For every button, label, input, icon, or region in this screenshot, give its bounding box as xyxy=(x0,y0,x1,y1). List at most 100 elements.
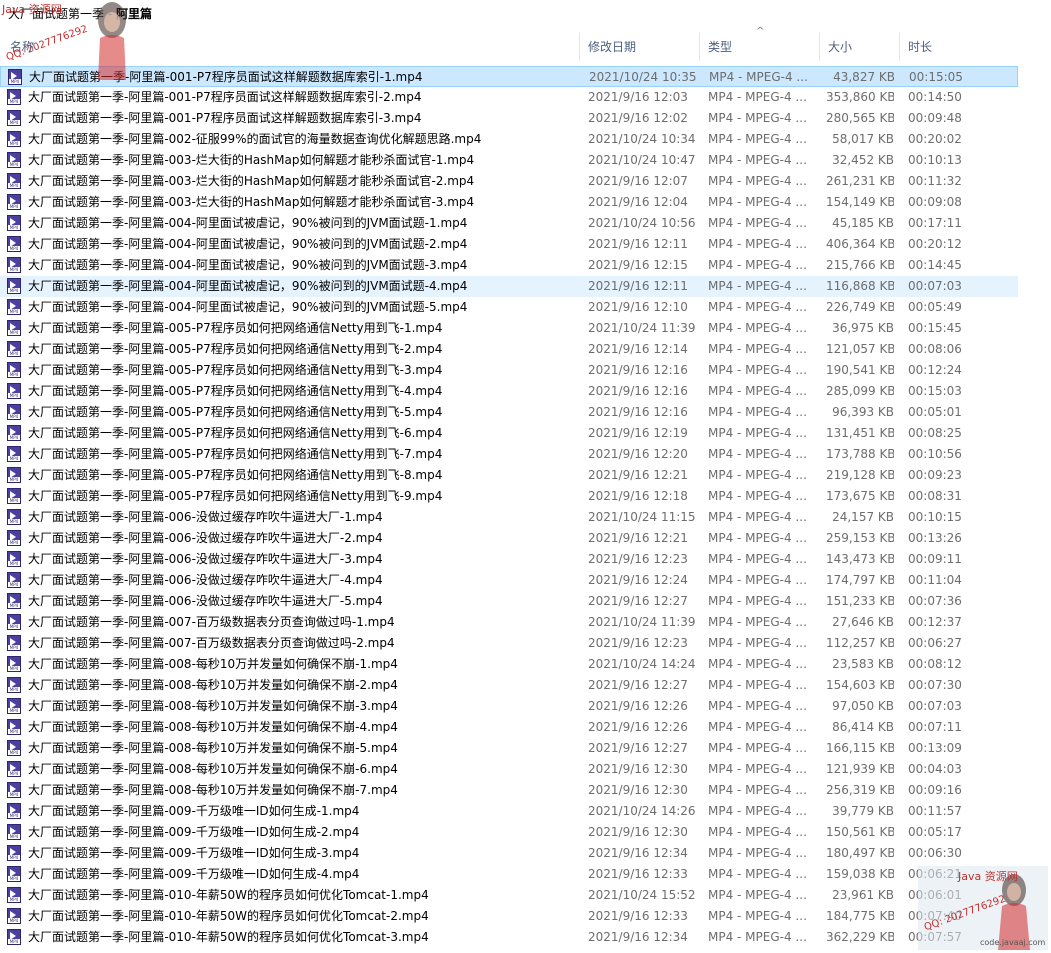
file-row[interactable]: 大厂面试题第一季-阿里篇-005-P7程序员如何把网络通信Netty用到飞-5.… xyxy=(0,402,1018,423)
file-row[interactable]: 大厂面试题第一季-阿里篇-004-阿里面试被虐记，90%被问到的JVM面试题-4… xyxy=(0,276,1018,297)
file-row[interactable]: 大厂面试题第一季-阿里篇-004-阿里面试被虐记，90%被问到的JVM面试题-2… xyxy=(0,234,1018,255)
watermark-top-left: Java 资源网 QQ: 2027776292 xyxy=(0,0,130,85)
file-size: 226,749 KB xyxy=(826,300,894,314)
file-duration: 00:08:25 xyxy=(908,426,962,440)
file-row[interactable]: 大厂面试题第一季-阿里篇-005-P7程序员如何把网络通信Netty用到飞-2.… xyxy=(0,339,1018,360)
file-row[interactable]: 大厂面试题第一季-阿里篇-009-千万级唯一ID如何生成-2.mp4 2021/9… xyxy=(0,822,1018,843)
file-row[interactable]: 大厂面试题第一季-阿里篇-008-每秒10万并发量如何确保不崩-6.mp4 202… xyxy=(0,759,1018,780)
mp4-file-icon xyxy=(7,236,21,252)
file-row[interactable]: 大厂面试题第一季-阿里篇-005-P7程序员如何把网络通信Netty用到飞-6.… xyxy=(0,423,1018,444)
file-type: MP4 - MPEG-4 ... xyxy=(708,867,807,881)
file-row[interactable]: 大厂面试题第一季-阿里篇-010-年薪50W的程序员如何优化Tomcat-2.m… xyxy=(0,906,1018,927)
file-size: 285,099 KB xyxy=(826,384,894,398)
mp4-file-icon xyxy=(7,173,21,189)
file-duration: 00:13:26 xyxy=(908,531,962,545)
mp4-file-icon xyxy=(7,530,21,546)
file-name: 大厂面试题第一季-阿里篇-008-每秒10万并发量如何确保不崩-2.mp4 xyxy=(28,678,398,692)
file-row[interactable]: 大厂面试题第一季-阿里篇-002-征服99%的面试官的海量数据查询优化解题思路.… xyxy=(0,129,1018,150)
file-row[interactable]: 大厂面试题第一季-阿里篇-003-烂大街的HashMap如何解题才能秒杀面试官-… xyxy=(0,150,1018,171)
file-type: MP4 - MPEG-4 ... xyxy=(708,321,807,335)
mp4-file-icon xyxy=(7,656,21,672)
file-row[interactable]: 大厂面试题第一季-阿里篇-008-每秒10万并发量如何确保不崩-5.mp4 202… xyxy=(0,738,1018,759)
file-row[interactable]: 大厂面试题第一季-阿里篇-008-每秒10万并发量如何确保不崩-4.mp4 202… xyxy=(0,717,1018,738)
file-row[interactable]: 大厂面试题第一季-阿里篇-005-P7程序员如何把网络通信Netty用到飞-7.… xyxy=(0,444,1018,465)
file-modified-date: 2021/9/16 12:11 xyxy=(588,237,688,251)
file-row[interactable]: 大厂面试题第一季-阿里篇-009-千万级唯一ID如何生成-1.mp4 2021/1… xyxy=(0,801,1018,822)
file-duration: 00:17:11 xyxy=(908,216,962,230)
file-type: MP4 - MPEG-4 ... xyxy=(708,426,807,440)
file-row[interactable]: 大厂面试题第一季-阿里篇-006-没做过缓存咋吹牛逼进大厂-5.mp4 2021/… xyxy=(0,591,1018,612)
file-row[interactable]: 大厂面试题第一季-阿里篇-005-P7程序员如何把网络通信Netty用到飞-8.… xyxy=(0,465,1018,486)
file-size: 45,185 KB xyxy=(832,216,894,230)
file-row[interactable]: 大厂面试题第一季-阿里篇-010-年薪50W的程序员如何优化Tomcat-1.m… xyxy=(0,885,1018,906)
file-row[interactable]: 大厂面试题第一季-阿里篇-005-P7程序员如何把网络通信Netty用到飞-3.… xyxy=(0,360,1018,381)
file-row[interactable]: 大厂面试题第一季-阿里篇-004-阿里面试被虐记，90%被问到的JVM面试题-1… xyxy=(0,213,1018,234)
file-row[interactable]: 大厂面试题第一季-阿里篇-009-千万级唯一ID如何生成-4.mp4 2021/9… xyxy=(0,864,1018,885)
file-icon-cell xyxy=(7,87,23,108)
file-row[interactable]: 大厂面试题第一季-阿里篇-004-阿里面试被虐记，90%被问到的JVM面试题-3… xyxy=(0,255,1018,276)
file-row[interactable]: 大厂面试题第一季-阿里篇-008-每秒10万并发量如何确保不崩-3.mp4 202… xyxy=(0,696,1018,717)
file-size: 159,038 KB xyxy=(826,867,894,881)
mp4-file-icon xyxy=(7,845,21,861)
file-row[interactable]: 大厂面试题第一季-阿里篇-008-每秒10万并发量如何确保不崩-1.mp4 202… xyxy=(0,654,1018,675)
file-icon-cell xyxy=(7,801,23,822)
file-row[interactable]: 大厂面试题第一季-阿里篇-005-P7程序员如何把网络通信Netty用到飞-4.… xyxy=(0,381,1018,402)
column-header-date[interactable]: 修改日期 xyxy=(582,33,700,61)
file-row[interactable]: 大厂面试题第一季-阿里篇-008-每秒10万并发量如何确保不崩-2.mp4 202… xyxy=(0,675,1018,696)
file-icon-cell xyxy=(7,570,23,591)
file-row[interactable]: 大厂面试题第一季-阿里篇-006-没做过缓存咋吹牛逼进大厂-4.mp4 2021/… xyxy=(0,570,1018,591)
file-type: MP4 - MPEG-4 ... xyxy=(708,909,807,923)
file-duration: 00:09:11 xyxy=(908,552,962,566)
file-size: 190,541 KB xyxy=(826,363,894,377)
watermark-bottom-right: Java 资源网 QQ: 2027776292 code.javaaj.com xyxy=(918,866,1048,950)
file-row[interactable]: 大厂面试题第一季-阿里篇-008-每秒10万并发量如何确保不崩-7.mp4 202… xyxy=(0,780,1018,801)
file-size: 261,231 KB xyxy=(826,174,894,188)
file-modified-date: 2021/10/24 14:26 xyxy=(588,804,696,818)
file-row[interactable]: 大厂面试题第一季-阿里篇-003-烂大街的HashMap如何解题才能秒杀面试官-… xyxy=(0,171,1018,192)
mp4-file-icon xyxy=(7,278,21,294)
column-header-duration[interactable]: 时长 xyxy=(902,33,1018,61)
file-icon-cell xyxy=(7,507,23,528)
file-icon-cell xyxy=(7,234,23,255)
file-row[interactable]: 大厂面试题第一季-阿里篇-001-P7程序员面试这样解题数据库索引-2.mp4 2… xyxy=(0,87,1018,108)
file-row[interactable]: 大厂面试题第一季-阿里篇-003-烂大街的HashMap如何解题才能秒杀面试官-… xyxy=(0,192,1018,213)
file-row[interactable]: 大厂面试题第一季-阿里篇-004-阿里面试被虐记，90%被问到的JVM面试题-5… xyxy=(0,297,1018,318)
file-row[interactable]: 大厂面试题第一季-阿里篇-007-百万级数据表分页查询做过吗-1.mp4 2021… xyxy=(0,612,1018,633)
mp4-file-icon xyxy=(7,425,21,441)
file-name: 大厂面试题第一季-阿里篇-001-P7程序员面试这样解题数据库索引-2.mp4 xyxy=(28,90,422,104)
mp4-file-icon xyxy=(7,110,21,126)
file-row[interactable]: 大厂面试题第一季-阿里篇-001-P7程序员面试这样解题数据库索引-3.mp4 2… xyxy=(0,108,1018,129)
file-row[interactable]: 大厂面试题第一季-阿里篇-001-P7程序员面试这样解题数据库索引-1.mp42… xyxy=(0,66,1018,87)
file-row[interactable]: 大厂面试题第一季-阿里篇-010-年薪50W的程序员如何优化Tomcat-3.m… xyxy=(0,927,1018,948)
file-duration: 00:20:12 xyxy=(908,237,962,251)
file-row[interactable]: 大厂面试题第一季-阿里篇-006-没做过缓存咋吹牛逼进大厂-2.mp4 2021/… xyxy=(0,528,1018,549)
file-type: MP4 - MPEG-4 ... xyxy=(708,699,807,713)
file-row[interactable]: 大厂面试题第一季-阿里篇-005-P7程序员如何把网络通信Netty用到飞-1.… xyxy=(0,318,1018,339)
file-name: 大厂面试题第一季-阿里篇-001-P7程序员面试这样解题数据库索引-3.mp4 xyxy=(28,111,422,125)
sort-ascending-icon: ^ xyxy=(756,26,765,37)
file-type: MP4 - MPEG-4 ... xyxy=(708,531,807,545)
file-size: 184,775 KB xyxy=(826,909,894,923)
file-row[interactable]: 大厂面试题第一季-阿里篇-009-千万级唯一ID如何生成-3.mp4 2021/9… xyxy=(0,843,1018,864)
file-name: 大厂面试题第一季-阿里篇-006-没做过缓存咋吹牛逼进大厂-4.mp4 xyxy=(28,573,383,587)
file-row[interactable]: 大厂面试题第一季-阿里篇-005-P7程序员如何把网络通信Netty用到飞-9.… xyxy=(0,486,1018,507)
file-icon-cell xyxy=(7,696,23,717)
file-row[interactable]: 大厂面试题第一季-阿里篇-006-没做过缓存咋吹牛逼进大厂-1.mp4 2021/… xyxy=(0,507,1018,528)
file-modified-date: 2021/10/24 11:15 xyxy=(588,510,696,524)
column-header-type[interactable]: 类型 xyxy=(702,33,820,61)
file-row[interactable]: 大厂面试题第一季-阿里篇-006-没做过缓存咋吹牛逼进大厂-3.mp4 2021/… xyxy=(0,549,1018,570)
file-duration: 00:12:24 xyxy=(908,363,962,377)
file-size: 180,497 KB xyxy=(826,846,894,860)
file-icon-cell xyxy=(7,108,23,129)
mp4-file-icon xyxy=(7,194,21,210)
mp4-file-icon xyxy=(7,404,21,420)
mp4-file-icon xyxy=(7,908,21,924)
file-type: MP4 - MPEG-4 ... xyxy=(708,762,807,776)
file-icon-cell xyxy=(7,549,23,570)
file-type: MP4 - MPEG-4 ... xyxy=(708,636,807,650)
column-header-size[interactable]: 大小 xyxy=(822,33,900,61)
file-modified-date: 2021/10/24 10:56 xyxy=(588,216,696,230)
file-icon-cell xyxy=(7,633,23,654)
file-row[interactable]: 大厂面试题第一季-阿里篇-007-百万级数据表分页查询做过吗-2.mp4 2021… xyxy=(0,633,1018,654)
file-size: 86,414 KB xyxy=(832,720,894,734)
